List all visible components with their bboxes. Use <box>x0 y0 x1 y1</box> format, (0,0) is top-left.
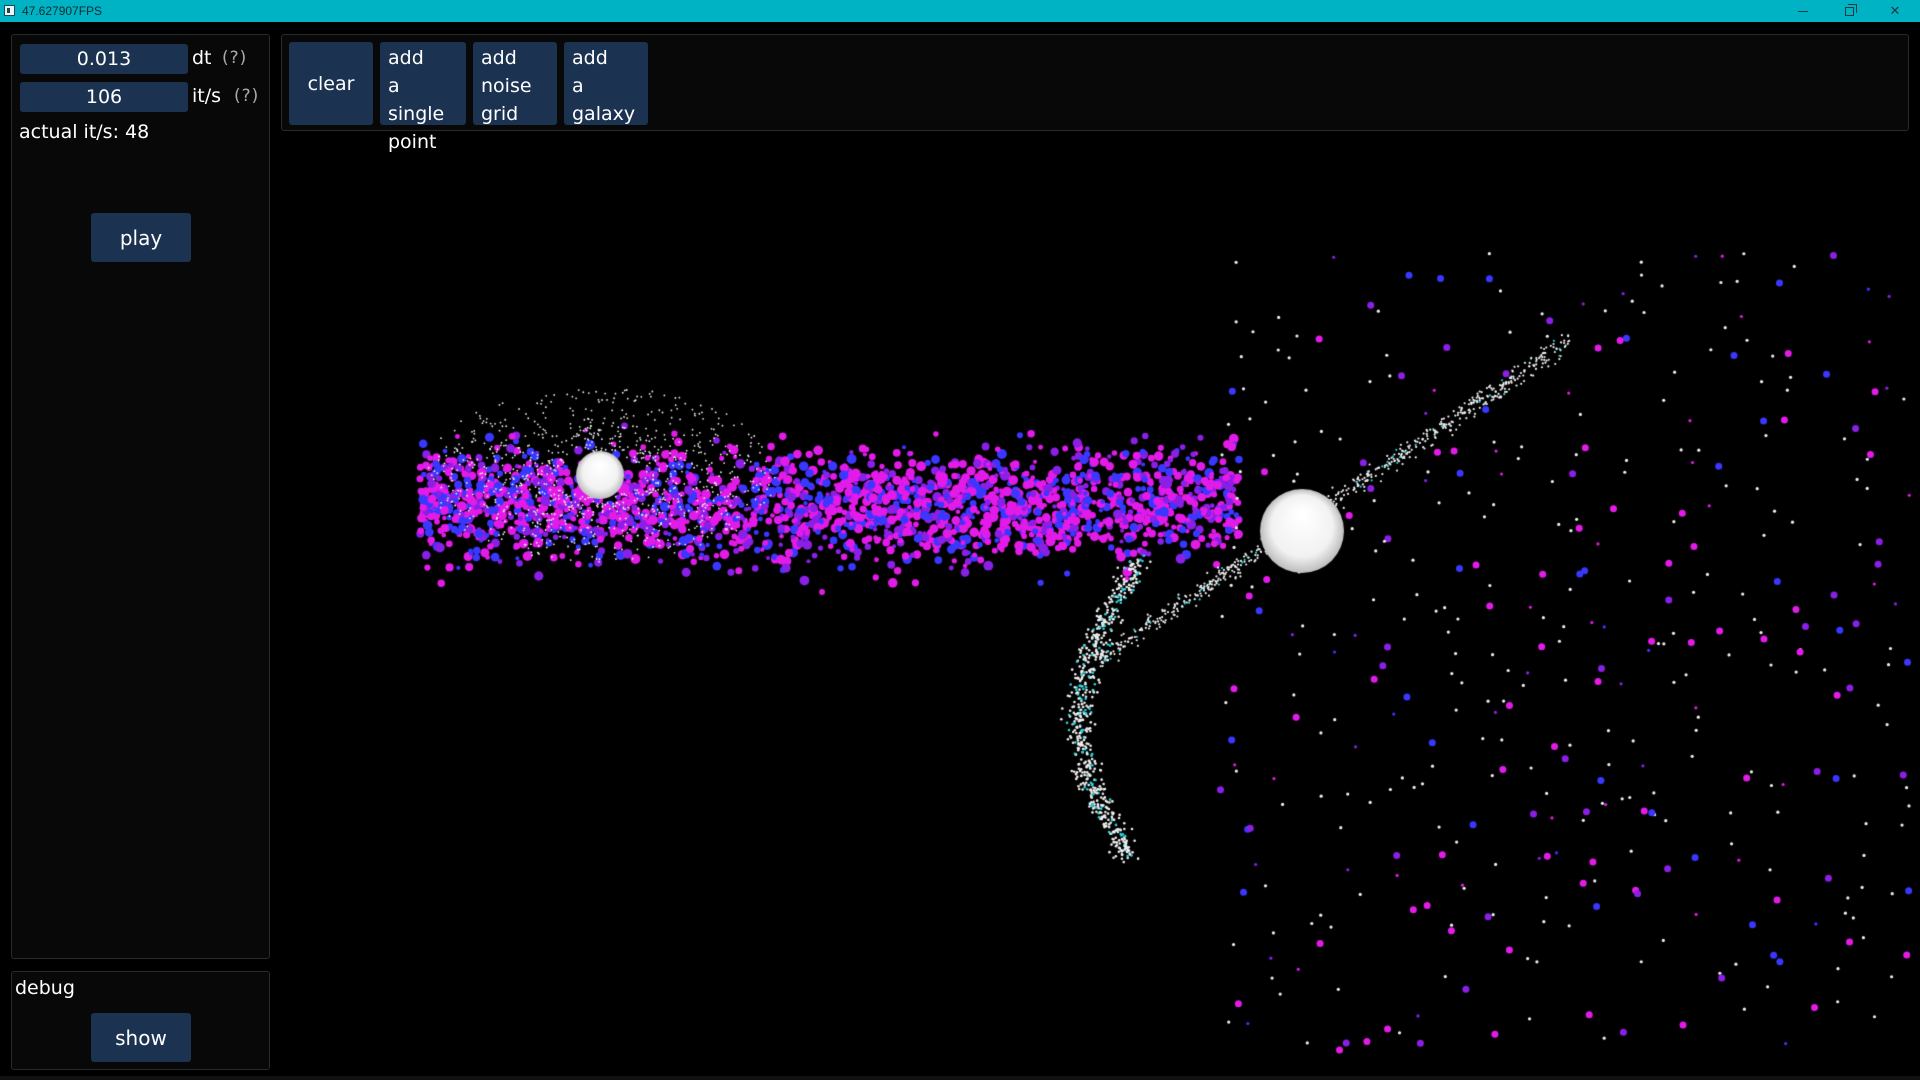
add-noise-line-3: grid <box>481 103 519 125</box>
maximize-button[interactable] <box>1826 0 1872 22</box>
bottom-strip <box>0 1076 1920 1080</box>
settings-panel: 0.013 dt (?) 106 it/s (?) actual it/s: 4… <box>11 34 270 959</box>
dt-label: dt <box>192 47 212 69</box>
window-title: 47.627907FPS <box>22 4 103 18</box>
add-point-line-1: add <box>388 47 424 69</box>
debug-title: debug <box>15 977 75 999</box>
add-noise-line-2: noise <box>481 75 532 97</box>
its-label: it/s <box>192 85 222 107</box>
dt-help-link[interactable]: (?) <box>222 48 247 68</box>
add-noise-line-1: add <box>481 47 517 69</box>
app-icon <box>4 5 15 16</box>
clear-button[interactable]: clear <box>289 42 373 125</box>
actual-its-readout: actual it/s: 48 <box>19 121 150 143</box>
close-icon: ✕ <box>1889 3 1901 18</box>
add-galaxy-button[interactable]: add a galaxy <box>564 42 648 125</box>
simulation-canvas[interactable] <box>0 22 1920 1080</box>
restore-icon <box>1844 3 1857 16</box>
show-debug-button[interactable]: show <box>91 1013 191 1062</box>
add-single-point-button[interactable]: add a single point <box>380 42 466 153</box>
debug-panel: debug show <box>11 971 270 1070</box>
add-galaxy-line-1: add <box>572 47 608 69</box>
close-button[interactable]: ✕ <box>1872 0 1918 22</box>
add-point-line-2: a single <box>388 75 445 125</box>
toolbar-panel: clear add a single point add noise grid … <box>281 34 1909 153</box>
its-input[interactable]: 106 <box>20 82 188 112</box>
title-bar: 47.627907FPS ✕ <box>0 0 1920 22</box>
add-galaxy-line-2: a <box>572 75 584 97</box>
play-button[interactable]: play <box>91 213 191 262</box>
minimize-button[interactable] <box>1780 0 1826 22</box>
add-noise-grid-button[interactable]: add noise grid <box>473 42 557 125</box>
dt-input[interactable]: 0.013 <box>20 44 188 74</box>
minimize-icon <box>1798 10 1808 12</box>
add-galaxy-line-3: galaxy <box>572 103 636 125</box>
add-point-line-3: point <box>388 131 437 153</box>
its-help-link[interactable]: (?) <box>234 86 259 106</box>
